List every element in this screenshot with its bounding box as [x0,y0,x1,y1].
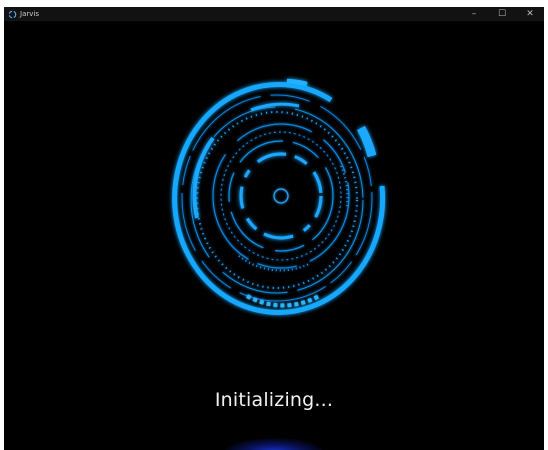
status-text: Initializing... [214,389,334,411]
ring-mid-2 [220,131,342,261]
main-content: Initializing... [4,21,544,450]
tick-arc-bottom [238,255,310,272]
left-arc-bright [192,136,215,219]
window-title: Jarvis [20,10,39,18]
ring-thin-1 [181,94,373,302]
app-window: Jarvis – ☐ ✕ Initializing... [4,7,544,450]
hud-loading-animation [172,78,386,315]
bottom-glow [224,438,324,450]
ring-mid-1 [212,123,350,269]
tick-arc-right [340,165,349,207]
close-button[interactable]: ✕ [516,7,544,21]
title-bar[interactable]: Jarvis – ☐ ✕ [4,7,544,21]
maximize-button[interactable]: ☐ [488,7,516,21]
ring-thin-2 [190,106,364,294]
inner-dash-ring [239,152,323,240]
window-controls: – ☐ ✕ [460,7,544,21]
minimize-button[interactable]: – [460,7,488,21]
ring-mid-3 [228,140,334,252]
outer-arc-right-block [357,125,377,158]
center-core [273,188,289,204]
jarvis-app-icon [7,9,17,19]
outer-arc-main [172,82,386,315]
